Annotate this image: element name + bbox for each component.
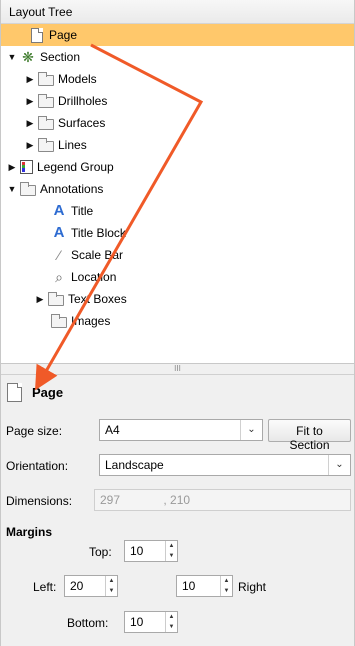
tree-item-surfaces[interactable]: ▶ Surfaces — [25, 112, 105, 134]
orientation-value: Landscape — [105, 458, 164, 472]
dimensions-label: Dimensions: — [6, 494, 73, 508]
folder-icon — [38, 71, 54, 86]
tree-item-location[interactable]: ⌕ Location — [51, 266, 116, 288]
legend-icon — [20, 160, 33, 174]
expand-arrow-icon[interactable]: ▶ — [7, 162, 17, 173]
orientation-select[interactable]: Landscape ⌄ — [99, 454, 351, 476]
folder-icon — [38, 137, 54, 152]
dimension-width: 297 — [100, 493, 121, 507]
properties-panel: Page Page size: A4 ⌄ Fit to Section Orie… — [1, 374, 354, 646]
expand-arrow-icon[interactable]: ▶ — [25, 96, 35, 107]
margins-heading: Margins — [6, 525, 53, 539]
layout-tree-header: Layout Tree — [1, 0, 354, 24]
folder-icon — [38, 93, 54, 108]
tree-item-label: Drillholes — [58, 94, 108, 108]
right-margin-value: 10 — [182, 579, 196, 593]
tree-item-text-boxes[interactable]: ▶ Text Boxes — [35, 288, 127, 310]
expand-arrow-icon[interactable]: ▶ — [25, 118, 35, 129]
bottom-margin-label: Bottom: — [67, 616, 109, 630]
splitter-handle[interactable]: III — [1, 364, 354, 374]
tree-item-annotations[interactable]: ▼ Annotations — [7, 178, 103, 200]
tree-item-label: Location — [71, 270, 117, 284]
tree-item-label: Images — [71, 314, 111, 328]
spinner-arrows-icon[interactable]: ▲ ▼ — [165, 612, 177, 632]
tree-item-section[interactable]: ▼ ❋ Section — [7, 46, 81, 68]
magnifier-icon: ⌕ — [55, 269, 63, 285]
folder-icon — [38, 115, 54, 130]
layout-panel: Layout Tree Page ▼ ❋ Section ▶ Models ▶ … — [0, 0, 355, 646]
layout-tree[interactable]: Page ▼ ❋ Section ▶ Models ▶ Drillholes ▶… — [1, 24, 354, 364]
spinner-arrows-icon[interactable]: ▲ ▼ — [165, 541, 177, 561]
tree-item-label: Title — [71, 204, 94, 218]
left-margin-spinner[interactable]: 20 ▲ ▼ — [64, 575, 118, 597]
page-icon — [31, 27, 43, 43]
tree-item-legend-group[interactable]: ▶ Legend Group — [7, 156, 114, 178]
bottom-margin-value: 10 — [130, 615, 144, 629]
tree-item-label: Scale Bar — [71, 248, 124, 262]
fit-to-section-button[interactable]: Fit to Section — [268, 419, 351, 452]
orientation-label: Orientation: — [6, 459, 69, 473]
properties-title: Page — [7, 383, 63, 402]
top-margin-spinner[interactable]: 10 ▲ ▼ — [124, 540, 178, 562]
text-a-icon: A — [53, 224, 65, 241]
ruler-icon: ⁄ — [57, 247, 61, 263]
expand-arrow-icon[interactable]: ▶ — [25, 140, 35, 151]
left-margin-label: Left: — [33, 580, 57, 594]
tree-item-title-block[interactable]: A Title Block — [51, 222, 126, 244]
dimension-height: , 210 — [163, 493, 191, 507]
collapse-arrow-icon[interactable]: ▼ — [7, 52, 17, 62]
chevron-down-icon[interactable]: ⌄ — [328, 455, 350, 475]
tree-item-models[interactable]: ▶ Models — [25, 68, 97, 90]
tree-item-label: Surfaces — [58, 116, 106, 130]
spinner-arrows-icon[interactable]: ▲ ▼ — [220, 576, 232, 596]
left-margin-value: 20 — [70, 579, 84, 593]
top-margin-label: Top: — [89, 545, 112, 559]
tree-item-label: Section — [40, 50, 81, 64]
tree-item-title[interactable]: A Title — [51, 200, 94, 222]
tree-item-label: Annotations — [40, 182, 104, 196]
spinner-arrows-icon[interactable]: ▲ ▼ — [105, 576, 117, 596]
tree-item-images[interactable]: Images — [51, 310, 110, 332]
page-size-value: A4 — [105, 423, 120, 437]
folder-icon — [51, 313, 67, 328]
expand-arrow-icon[interactable]: ▶ — [35, 294, 45, 305]
bottom-margin-spinner[interactable]: 10 ▲ ▼ — [124, 611, 178, 633]
right-margin-spinner[interactable]: 10 ▲ ▼ — [176, 575, 233, 597]
tree-item-label: Page — [49, 28, 78, 42]
page-icon — [7, 383, 22, 402]
tree-item-lines[interactable]: ▶ Lines — [25, 134, 87, 156]
tree-item-label: Models — [58, 72, 97, 86]
tree-item-drillholes[interactable]: ▶ Drillholes — [25, 90, 107, 112]
dimensions-field: 297 , 210 — [94, 489, 351, 511]
collapse-arrow-icon[interactable]: ▼ — [7, 184, 17, 194]
page-size-label: Page size: — [6, 424, 63, 438]
expand-arrow-icon[interactable]: ▶ — [25, 74, 35, 85]
tree-item-scale-bar[interactable]: ⁄ Scale Bar — [51, 244, 123, 266]
properties-title-text: Page — [32, 385, 64, 400]
top-margin-value: 10 — [130, 544, 144, 558]
section-icon: ❋ — [22, 49, 34, 65]
folder-icon — [20, 181, 36, 196]
right-margin-label: Right — [238, 580, 267, 594]
tree-item-label: Lines — [58, 138, 87, 152]
page-size-select[interactable]: A4 ⌄ — [99, 419, 263, 441]
tree-item-label: Legend Group — [37, 160, 114, 174]
text-a-icon: A — [53, 202, 65, 219]
chevron-down-icon[interactable]: ⌄ — [240, 420, 262, 440]
folder-icon — [48, 291, 64, 306]
tree-item-page[interactable]: Page — [1, 24, 354, 46]
tree-item-label: Text Boxes — [68, 292, 127, 306]
tree-item-label: Title Block — [71, 226, 126, 240]
